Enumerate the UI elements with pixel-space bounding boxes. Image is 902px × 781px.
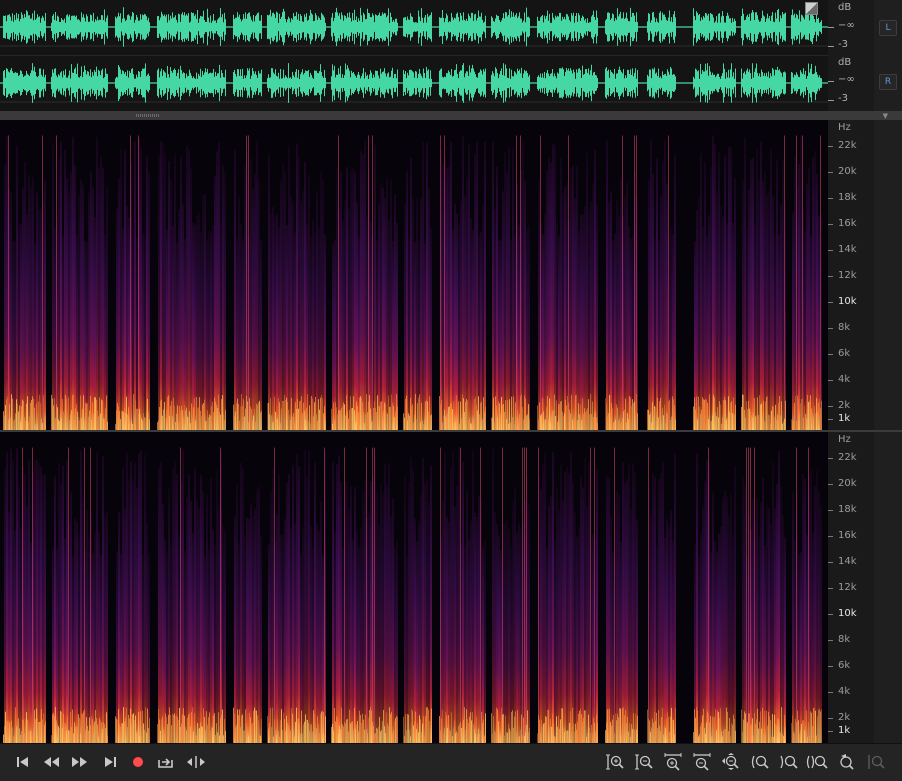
- channel-toggle-left[interactable]: L: [879, 20, 897, 36]
- go-to-end-icon[interactable]: [99, 752, 121, 772]
- hz-label-18k: 18k: [838, 192, 857, 203]
- pane-splitter[interactable]: ▼: [0, 111, 902, 120]
- zoom-reset-icon[interactable]: [836, 752, 858, 772]
- hz-label-18k: 18k: [838, 504, 857, 515]
- hz-label-12k: 12k: [838, 270, 857, 281]
- zoom-in-left-icon[interactable]: [749, 752, 771, 772]
- db-unit-label: dB: [838, 2, 852, 13]
- hz-label-2k: 2k: [838, 712, 851, 723]
- square-icon[interactable]: [805, 2, 818, 15]
- hz-tick: [828, 510, 833, 511]
- hz-tick: [828, 718, 833, 719]
- hz-tick: [828, 172, 833, 173]
- zoom-out-time-icon[interactable]: [691, 752, 713, 772]
- hz-label-20k: 20k: [838, 478, 857, 489]
- record-icon[interactable]: [127, 752, 149, 772]
- spectral-side-strip: [874, 120, 902, 430]
- hz-label-14k: 14k: [838, 556, 857, 567]
- db-mark-minus3: -3: [838, 39, 848, 50]
- hz-label-2k: 2k: [838, 400, 851, 411]
- hz-label-22k: 22k: [838, 452, 857, 463]
- hz-tick: [828, 588, 833, 589]
- channel-column-left: L: [874, 0, 902, 55]
- spectral-columns: [4, 135, 822, 430]
- hz-label-12k: 12k: [838, 582, 857, 593]
- hz-tick: [828, 328, 833, 329]
- waveform-path: [0, 7, 828, 47]
- db-ruler-left: dB −∞ -3: [828, 0, 874, 55]
- hz-tick: [828, 666, 833, 667]
- hz-tick: [828, 419, 833, 420]
- zoom-in-amplitude-icon[interactable]: [604, 752, 626, 772]
- hz-label-1k: 1k: [838, 413, 851, 424]
- go-to-start-icon[interactable]: [12, 752, 34, 772]
- loop-output-icon[interactable]: [155, 752, 177, 772]
- hz-tick: [828, 354, 833, 355]
- channel-toggle-right[interactable]: R: [879, 74, 897, 90]
- hz-label-20k: 20k: [838, 166, 857, 177]
- hz-tick: [828, 406, 833, 407]
- collapse-arrow-icon[interactable]: ▼: [883, 112, 888, 120]
- hz-tick: [828, 731, 833, 732]
- hz-label-6k: 6k: [838, 348, 851, 359]
- transport-toolbar: [0, 743, 902, 781]
- hz-tick: [828, 458, 833, 459]
- waveform-right-channel[interactable]: [0, 55, 828, 112]
- hz-tick: [828, 484, 833, 485]
- zoom-disabled-icon: [866, 752, 888, 772]
- hz-label-4k: 4k: [838, 374, 851, 385]
- zoom-in-right-icon[interactable]: [778, 752, 800, 772]
- hz-tick: [828, 562, 833, 563]
- hz-label-16k: 16k: [838, 218, 857, 229]
- db-unit-label: dB: [838, 57, 852, 68]
- hz-unit-label: Hz: [838, 434, 851, 445]
- hz-tick: [828, 276, 833, 277]
- zoom-in-time-icon[interactable]: [662, 752, 684, 772]
- db-mark-minus3: -3: [838, 93, 848, 104]
- db-mark-inf: −∞: [838, 20, 855, 31]
- hz-label-10k: 10k: [838, 608, 857, 619]
- spectral-columns: [4, 447, 822, 743]
- hz-tick: [828, 224, 833, 225]
- hz-tick: [828, 302, 833, 303]
- hz-label-4k: 4k: [838, 686, 851, 697]
- fast-forward-icon[interactable]: [69, 752, 91, 772]
- rewind-icon[interactable]: [41, 752, 63, 772]
- spectral-side-strip: [874, 432, 902, 743]
- hz-tick: [828, 692, 833, 693]
- zoom-out-full-icon[interactable]: [720, 752, 742, 772]
- hz-unit-label: Hz: [838, 122, 851, 133]
- hz-tick: [828, 250, 833, 251]
- channel-column-right: R: [874, 55, 902, 111]
- hz-label-8k: 8k: [838, 322, 851, 333]
- hz-tick: [828, 536, 833, 537]
- db-mark-inf: −∞: [838, 74, 855, 85]
- waveform-path: [0, 63, 828, 103]
- hz-label-1k: 1k: [838, 725, 851, 736]
- hz-label-14k: 14k: [838, 244, 857, 255]
- hz-label-8k: 8k: [838, 634, 851, 645]
- hz-label-22k: 22k: [838, 140, 857, 151]
- hz-label-6k: 6k: [838, 660, 851, 671]
- skip-selection-icon[interactable]: [185, 752, 207, 772]
- spectrogram-left-channel[interactable]: [0, 120, 828, 430]
- hz-tick: [828, 640, 833, 641]
- frequency-ruler-left: Hz 22k 20k 18k 16k 14k 12k 10k 8k 6k 4k 2k 1k: [828, 120, 874, 430]
- zoom-selection-icon[interactable]: [806, 752, 828, 772]
- zoom-out-amplitude-icon[interactable]: [633, 752, 655, 772]
- db-ruler-right: dB −∞ -3: [828, 55, 874, 111]
- hz-label-10k: 10k: [838, 296, 857, 307]
- waveform-left-channel[interactable]: [0, 0, 828, 55]
- splitter-grip-icon[interactable]: [136, 114, 160, 117]
- hz-label-16k: 16k: [838, 530, 857, 541]
- hz-tick: [828, 198, 833, 199]
- hz-tick: [828, 146, 833, 147]
- hz-tick: [828, 614, 833, 615]
- spectrogram-right-channel[interactable]: [0, 432, 828, 743]
- hz-tick: [828, 380, 833, 381]
- frequency-ruler-right: Hz 22k 20k 18k 16k 14k 12k 10k 8k 6k 4k 2k 1k: [828, 432, 874, 743]
